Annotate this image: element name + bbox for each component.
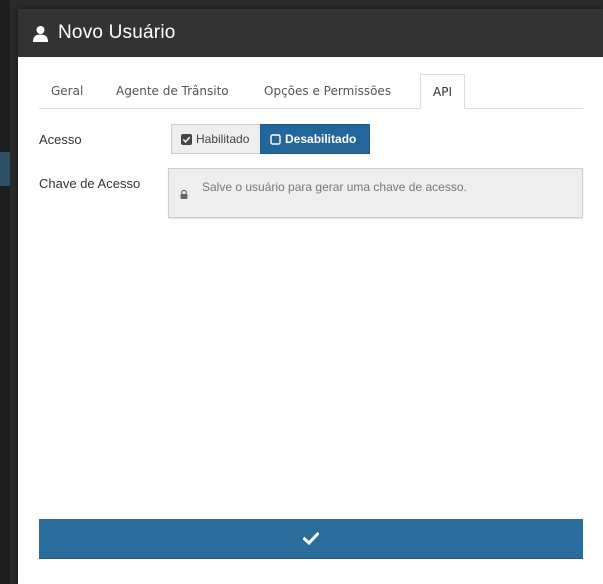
checkbox-checked-icon xyxy=(181,133,192,145)
submit-button[interactable] xyxy=(39,519,583,559)
habilitado-label: Habilitado xyxy=(196,132,250,146)
chave-de-acesso-field: Salve o usuário para gerar uma chave de … xyxy=(168,168,583,218)
tab-geral[interactable]: Geral xyxy=(51,74,83,108)
new-user-modal: Novo Usuário Geral Agente de Trânsito Op… xyxy=(18,9,603,584)
chave-de-acesso-placeholder: Salve o usuário para gerar uma chave de … xyxy=(202,180,467,194)
tab-api[interactable]: API xyxy=(420,74,465,109)
tab-agente-de-transito[interactable]: Agente de Trânsito xyxy=(116,74,229,108)
habilitado-button[interactable]: Habilitado xyxy=(171,124,260,154)
desabilitado-button[interactable]: Desabilitado xyxy=(260,124,370,154)
backdrop xyxy=(0,0,10,584)
acesso-label: Acesso xyxy=(39,132,82,147)
acesso-toggle-group: Habilitado Desabilitado xyxy=(171,124,370,154)
lock-icon xyxy=(180,190,188,199)
tab-opcoes-e-permissoes[interactable]: Opções e Permissões xyxy=(264,74,391,108)
tab-bar: Geral Agente de Trânsito Opções e Permis… xyxy=(39,74,583,109)
desabilitado-label: Desabilitado xyxy=(285,132,357,146)
modal-title: Novo Usuário xyxy=(58,22,176,43)
check-icon xyxy=(303,532,319,545)
modal-header: Novo Usuário xyxy=(18,9,603,57)
user-icon xyxy=(33,25,48,42)
checkbox-empty-icon xyxy=(270,133,281,145)
backdrop-accent xyxy=(0,152,10,186)
chave-de-acesso-label: Chave de Acesso xyxy=(39,176,141,191)
